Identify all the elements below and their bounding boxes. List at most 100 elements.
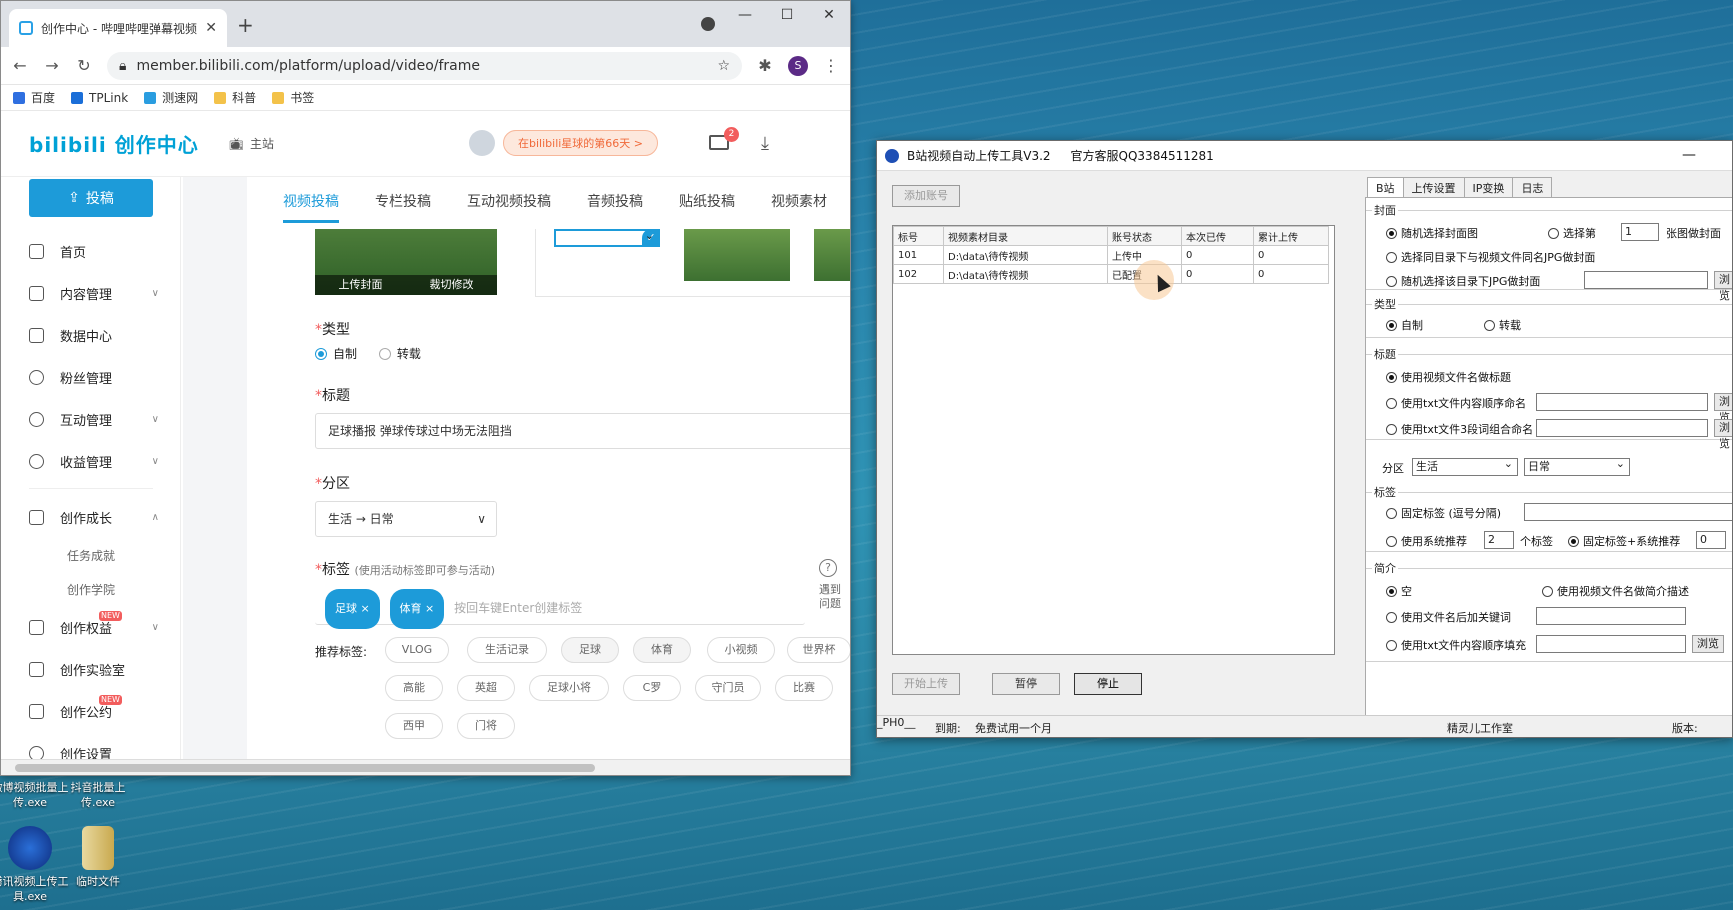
column-header[interactable]: 累计上传: [1253, 226, 1329, 246]
bookmark-speedtest[interactable]: 测速网: [144, 89, 198, 106]
title-input[interactable]: 足球播报 弹球传球过中场无法阻挡: [315, 413, 850, 449]
tags-count-spinner[interactable]: 2: [1484, 531, 1514, 549]
sidebar-item-rights[interactable]: 创作权益 ∨: [29, 617, 159, 637]
type-radio-original[interactable]: 自制: [315, 347, 357, 361]
cover-index-spinner[interactable]: 1: [1621, 223, 1659, 241]
upload-button[interactable]: ⇪ 投稿: [29, 179, 153, 217]
tags-input[interactable]: 足球 × 体育 × 按回车键Enter创建标签: [315, 589, 805, 629]
rec-tag[interactable]: 英超: [457, 675, 515, 701]
tags-system-option[interactable]: 使用系统推荐: [1386, 533, 1467, 549]
tags-fixed-input[interactable]: [1524, 503, 1732, 521]
column-header[interactable]: 本次已传: [1181, 226, 1254, 246]
desktop-icon-temp-folder[interactable]: 临时文件: [58, 826, 138, 889]
title-txt-seq-option[interactable]: 使用txt文件内容顺序命名: [1386, 395, 1526, 411]
browse-button[interactable]: 浏览: [1714, 419, 1732, 450]
minimize-icon[interactable]: —: [1682, 147, 1696, 163]
sidebar-item-growth[interactable]: 创作成长 ∧: [29, 507, 159, 527]
main-site-link[interactable]: 📺︎ 主站: [229, 135, 274, 152]
extensions-icon[interactable]: ✱: [756, 56, 774, 75]
browse-button[interactable]: 浏览: [1714, 393, 1732, 424]
cover-same-name-option[interactable]: 选择同目录下与视频文件同名JPG做封面: [1386, 249, 1595, 265]
desktop-icon-douyin-uploader[interactable]: 抖音批量上传.exe: [58, 780, 138, 810]
rec-tag[interactable]: 足球小将: [529, 675, 609, 701]
intro-filename-option[interactable]: 使用视频文件名做简介描述: [1542, 583, 1689, 599]
rec-tag[interactable]: 比赛: [775, 675, 833, 701]
intro-txt-option[interactable]: 使用txt文件内容顺序填充: [1386, 637, 1526, 653]
title-combo-input[interactable]: [1536, 419, 1708, 437]
forward-icon[interactable]: →: [43, 56, 61, 75]
tab-video-upload[interactable]: 视频投稿: [283, 191, 339, 223]
tab-sticker-upload[interactable]: 贴纸投稿: [679, 191, 735, 211]
browse-button[interactable]: 浏览: [1714, 271, 1732, 302]
table-row[interactable]: 102 D:\data\待传视频 已配置 0 0: [893, 264, 1329, 284]
sidebar-item-fans[interactable]: 粉丝管理: [29, 367, 159, 387]
sidebar-subitem-tasks[interactable]: 任务成就: [67, 547, 115, 564]
thumbnail[interactable]: [814, 229, 850, 281]
type-repost-option[interactable]: 转载: [1484, 317, 1521, 333]
column-header[interactable]: 账号状态: [1107, 226, 1182, 246]
cover-random-option[interactable]: 随机选择封面图: [1386, 225, 1478, 241]
tags-fixed-option[interactable]: 固定标签 (逗号分隔): [1386, 505, 1501, 521]
rec-tag[interactable]: 生活记录: [467, 637, 547, 663]
close-window-icon[interactable]: ✕: [808, 1, 850, 31]
browse-button[interactable]: 浏览: [1692, 635, 1724, 653]
thumbnail-selected[interactable]: ✓: [554, 228, 660, 247]
tab-video-material[interactable]: 视频素材: [771, 191, 827, 211]
bookmark-folder-science[interactable]: 科普: [214, 89, 256, 106]
tab-search-icon[interactable]: [701, 17, 715, 31]
sidebar-item-data[interactable]: 数据中心: [29, 325, 159, 345]
help-icon[interactable]: ?: [819, 559, 837, 577]
start-upload-button[interactable]: 开始上传: [892, 673, 960, 695]
bookmark-folder-bookmarks[interactable]: 书签: [272, 89, 314, 106]
avatar[interactable]: [469, 130, 495, 156]
tag-chip[interactable]: 足球 ×: [325, 589, 380, 629]
tab-interactive-upload[interactable]: 互动视频投稿: [467, 191, 551, 211]
browser-tab[interactable]: 创作中心 - 哔哩哔哩弹幕视频网 ✕: [9, 9, 227, 47]
help-text[interactable]: 遇到问题: [819, 583, 843, 611]
rec-tag[interactable]: 世界杯: [787, 637, 850, 663]
cover-random-jpg-option[interactable]: 随机选择该目录下JPG做封面: [1386, 273, 1540, 289]
sidebar-item-interaction[interactable]: 互动管理 ∨: [29, 409, 159, 429]
table-row[interactable]: 101 D:\data\待传视频 上传中 0 0: [893, 245, 1329, 265]
sidebar-item-income[interactable]: 收益管理 ∨: [29, 451, 159, 471]
column-header[interactable]: 标号: [893, 226, 944, 246]
profile-avatar[interactable]: S: [788, 55, 808, 76]
new-tab-icon[interactable]: +: [237, 13, 254, 37]
rec-tag[interactable]: VLOG: [385, 637, 449, 663]
reload-icon[interactable]: ↻: [75, 56, 93, 75]
zone-select[interactable]: 生活 → 日常 ∨: [315, 501, 497, 537]
planet-days-pill[interactable]: 在bilibili星球的第66天 >: [469, 130, 659, 156]
cover-dir-input[interactable]: [1584, 271, 1708, 289]
sidebar-item-lab[interactable]: 创作实验室: [29, 659, 159, 679]
tags-mixed-spinner[interactable]: 0: [1696, 531, 1726, 549]
bookmark-baidu[interactable]: 百度: [13, 89, 55, 106]
thumbnail[interactable]: [684, 229, 790, 281]
rec-tag[interactable]: 小视频: [707, 637, 775, 663]
close-tab-icon[interactable]: ✕: [205, 20, 217, 36]
stop-button[interactable]: 停止: [1074, 673, 1142, 695]
tags-fixed-plus-system-option[interactable]: 固定标签+系统推荐: [1568, 533, 1680, 549]
title-txt-input[interactable]: [1536, 393, 1708, 411]
star-icon[interactable]: ☆: [717, 58, 730, 74]
rec-tag[interactable]: 足球: [561, 637, 619, 663]
title-txt-combo-option[interactable]: 使用txt文件3段词组合命名: [1386, 421, 1533, 437]
zone-primary-select[interactable]: 生活: [1412, 456, 1518, 476]
sidebar-item-content[interactable]: 内容管理 ∨: [29, 283, 159, 303]
minimize-icon[interactable]: —: [724, 1, 766, 31]
maximize-icon[interactable]: ☐: [766, 1, 808, 31]
bookmark-tplink[interactable]: TPLink: [71, 91, 128, 105]
rec-tag[interactable]: 门将: [457, 713, 515, 739]
sidebar-item-home[interactable]: 首页: [29, 241, 159, 261]
intro-keyword-option[interactable]: 使用文件名后加关键词: [1386, 609, 1511, 625]
tag-chip[interactable]: 体育 ×: [389, 589, 445, 629]
intro-keyword-input[interactable]: [1536, 607, 1686, 625]
rec-tag[interactable]: C罗: [623, 675, 681, 701]
add-account-button[interactable]: 添加账号: [892, 185, 960, 207]
back-icon[interactable]: ←: [11, 56, 29, 75]
rec-tag[interactable]: 高能: [385, 675, 443, 701]
tab-article-upload[interactable]: 专栏投稿: [375, 191, 431, 211]
pause-button[interactable]: 暂停: [992, 673, 1060, 695]
scrollbar-thumb[interactable]: [15, 764, 595, 772]
tab-audio-upload[interactable]: 音频投稿: [587, 191, 643, 211]
type-original-option[interactable]: 自制: [1386, 317, 1423, 333]
